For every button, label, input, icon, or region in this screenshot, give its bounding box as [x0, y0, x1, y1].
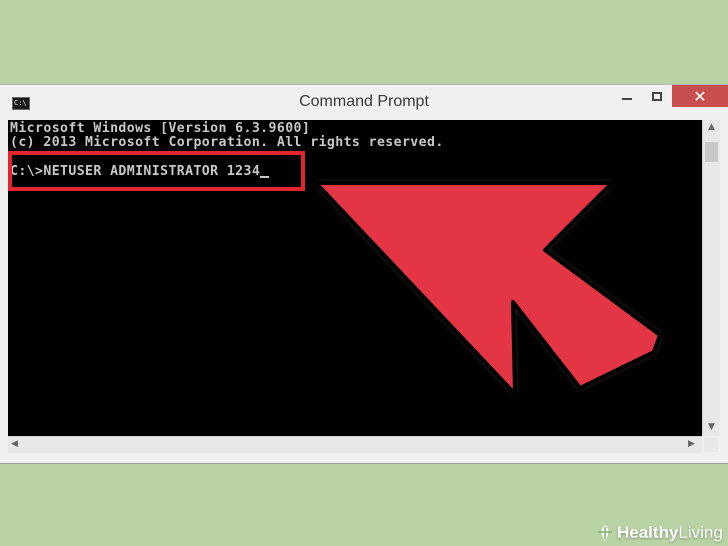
watermark-brand-bold: Healthy — [617, 523, 679, 542]
leaf-icon — [598, 525, 612, 541]
healthy-living-watermark: HealthyLiving — [596, 522, 723, 544]
watermark-text: HealthyLiving — [617, 523, 723, 543]
pointer-arrow-icon — [314, 181, 662, 396]
watermark-brand-light: Living — [678, 523, 723, 542]
